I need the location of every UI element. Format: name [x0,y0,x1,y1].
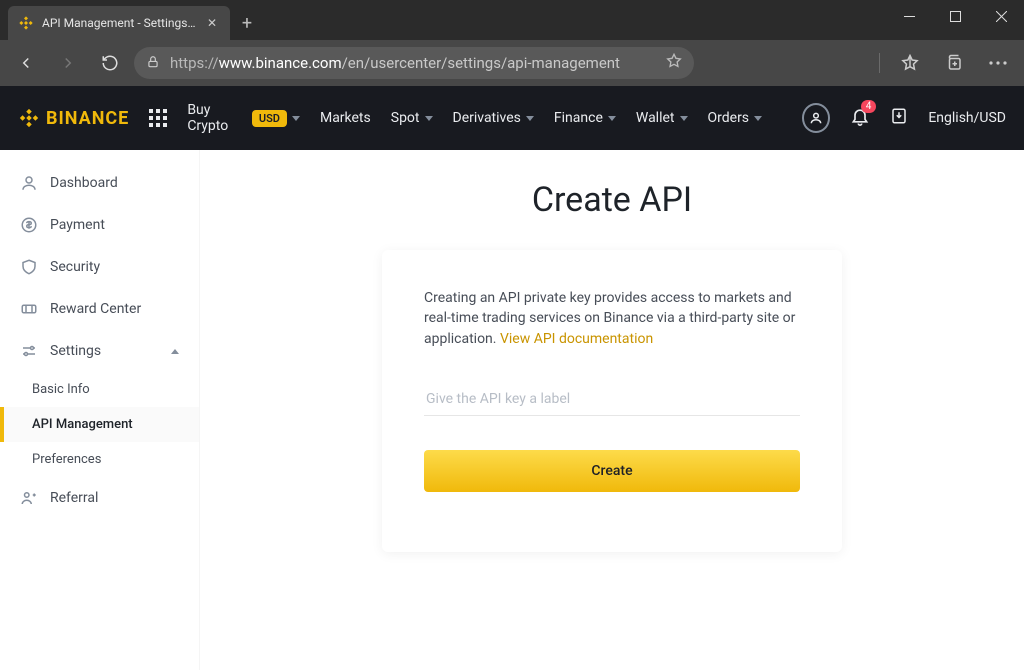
nav-wallet[interactable]: Wallet [636,110,688,126]
account-icon[interactable] [802,103,830,133]
nav-orders[interactable]: Orders [708,110,763,126]
favorites-icon[interactable] [892,45,928,81]
api-label-input[interactable] [424,383,800,416]
window-controls [886,0,1024,32]
user-icon [20,174,38,192]
more-icon[interactable] [980,45,1016,81]
caret-down-icon [608,116,616,121]
page-title: Create API [532,180,692,220]
api-description: Creating an API private key provides acc… [424,288,800,349]
tab-title: API Management - Settings - Bin [42,16,196,30]
sidebar-label: Reward Center [50,301,141,317]
caret-down-icon [292,116,300,121]
window-titlebar: API Management - Settings - Bin ✕ + [0,0,1024,40]
notifications-button[interactable]: 4 [850,106,870,130]
referral-icon [20,489,38,507]
window-close-button[interactable] [978,0,1024,32]
sidebar: Dashboard Payment Security Reward Center… [0,150,200,670]
sidebar-item-dashboard[interactable]: Dashboard [0,162,199,204]
new-tab-button[interactable]: + [230,6,264,40]
sidebar-item-payment[interactable]: Payment [0,204,199,246]
usd-pill: USD [252,110,287,127]
forward-button[interactable] [50,45,86,81]
sidebar-label: Settings [50,343,101,359]
sliders-icon [20,342,38,360]
nav-derivatives[interactable]: Derivatives [453,110,534,126]
refresh-button[interactable] [92,45,128,81]
sidebar-item-reward[interactable]: Reward Center [0,288,199,330]
dollar-icon [20,216,38,234]
sidebar-item-settings[interactable]: Settings [0,330,199,372]
sidebar-label: Dashboard [50,175,118,191]
window-minimize-button[interactable] [886,0,932,32]
ticket-icon [20,300,38,318]
page-body: Dashboard Payment Security Reward Center… [0,150,1024,670]
binance-wordmark: BINANCE [46,108,129,129]
nav-spot[interactable]: Spot [391,110,433,126]
sidebar-label: Payment [50,217,105,233]
caret-down-icon [425,116,433,121]
toolbar-divider [879,53,880,73]
sidebar-sub-api-management[interactable]: API Management [0,407,199,442]
sidebar-sub-preferences[interactable]: Preferences [0,442,199,477]
apps-grid-icon[interactable] [149,109,167,127]
main-content: Create API Creating an API private key p… [200,150,1024,670]
shield-icon [20,258,38,276]
locale-switcher[interactable]: English/USD [928,110,1006,126]
browser-toolbar: https://www.binance.com/en/usercenter/se… [0,40,1024,86]
lock-icon [146,54,160,73]
star-outline-icon[interactable] [666,53,682,73]
create-button[interactable]: Create [424,450,800,492]
address-bar[interactable]: https://www.binance.com/en/usercenter/se… [134,47,694,79]
binance-logo[interactable]: BINANCE [18,107,129,129]
tab-close-icon[interactable]: ✕ [204,16,220,30]
nav-finance[interactable]: Finance [554,110,616,126]
back-button[interactable] [8,45,44,81]
sidebar-label: Referral [50,490,98,506]
caret-down-icon [754,116,762,121]
tab-favicon [18,15,34,31]
create-api-card: Creating an API private key provides acc… [382,250,842,552]
window-maximize-button[interactable] [932,0,978,32]
download-icon[interactable] [890,107,908,129]
nav-buy-crypto-label: Buy Crypto [187,102,247,134]
sidebar-label: Security [50,259,100,275]
site-header: BINANCE Buy Crypto USD Markets Spot Deri… [0,86,1024,150]
sidebar-item-security[interactable]: Security [0,246,199,288]
sidebar-item-referral[interactable]: Referral [0,477,199,519]
nav-buy-crypto[interactable]: Buy Crypto USD [187,102,300,134]
nav-markets[interactable]: Markets [320,110,371,126]
chevron-up-icon [171,349,179,354]
notification-badge: 4 [861,100,877,113]
url-text: https://www.binance.com/en/usercenter/se… [170,54,656,72]
caret-down-icon [526,116,534,121]
sidebar-sub-basic-info[interactable]: Basic Info [0,372,199,407]
api-doc-link[interactable]: View API documentation [500,331,653,347]
collections-icon[interactable] [936,45,972,81]
caret-down-icon [680,116,688,121]
browser-tab[interactable]: API Management - Settings - Bin ✕ [8,6,230,40]
